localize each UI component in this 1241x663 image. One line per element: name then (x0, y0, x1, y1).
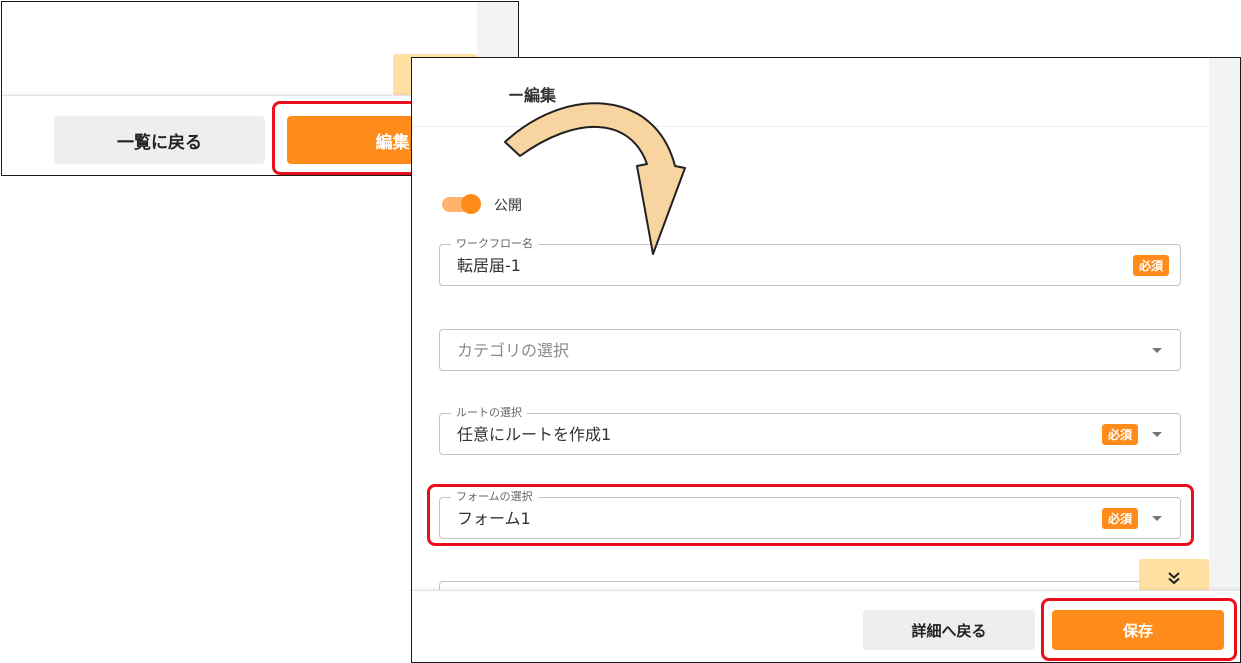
category-select[interactable]: カテゴリの選択 (439, 329, 1181, 371)
back-to-list-button[interactable]: 一覧に戻る (54, 116, 265, 164)
route-label: ルートの選択 (451, 406, 527, 420)
route-select[interactable]: ルートの選択 任意にルートを作成1 必須 (439, 406, 1181, 455)
highlight-save-button (1041, 598, 1237, 661)
required-badge: 必須 (1101, 424, 1138, 445)
caret-down-icon (1152, 432, 1162, 437)
scrollbar-track (1209, 58, 1240, 590)
highlight-form-select (427, 484, 1194, 546)
category-placeholder: カテゴリの選択 (457, 341, 570, 360)
required-badge: 必須 (1132, 255, 1169, 276)
route-value: 任意にルートを作成1 (457, 425, 612, 444)
caret-down-icon (1152, 348, 1162, 353)
back-to-detail-button[interactable]: 詳細へ戻る (863, 610, 1035, 650)
chevron-double-down-icon (1168, 572, 1180, 585)
curved-arrow-annotation (504, 102, 686, 255)
publish-toggle-knob[interactable] (461, 194, 481, 214)
